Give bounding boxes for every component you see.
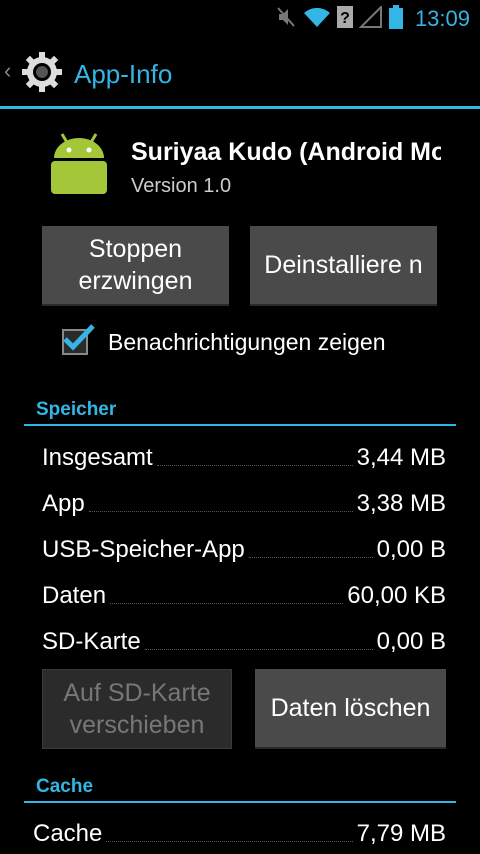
mute-icon (275, 5, 297, 34)
uninstall-button[interactable]: Deinstalliere n (250, 226, 437, 306)
clock: 13:09 (414, 6, 470, 31)
move-to-sd-button: Auf SD-Karte verschieben (42, 669, 232, 749)
action-bar-divider (0, 106, 480, 109)
storage-row-usb-app: USB-Speicher-App 0,00 B (42, 532, 446, 564)
cache-row-label: Cache (33, 820, 103, 847)
storage-row-label: App (42, 490, 85, 517)
svg-text:?: ? (340, 10, 350, 27)
action-bar: ‹ App-Info (0, 38, 480, 106)
storage-row-value: 0,00 B (376, 536, 446, 563)
storage-section-header: Speicher (36, 399, 117, 420)
storage-row-label: Daten (42, 582, 107, 609)
storage-row-data: Daten 60,00 KB (42, 578, 446, 610)
storage-row-value: 0,00 B (376, 628, 446, 655)
leader-dots (88, 510, 353, 512)
storage-row-label: USB-Speicher-App (42, 536, 245, 563)
page-title: App-Info (74, 59, 173, 89)
leader-dots (110, 602, 344, 604)
leader-dots (156, 464, 353, 466)
app-name: Suriyaa Kudo (Android Mo (131, 138, 441, 166)
cache-section-header: Cache (36, 776, 94, 797)
cache-section-divider (24, 801, 456, 803)
show-notifications-label: Benachrichtigungen zeigen (108, 329, 386, 355)
storage-row-total: Insgesamt 3,44 MB (42, 440, 446, 472)
settings-gear-icon[interactable] (20, 50, 64, 99)
storage-row-label: SD-Karte (42, 628, 141, 655)
up-caret-icon[interactable]: ‹ (4, 60, 11, 82)
unknown-network-icon: ? (336, 5, 353, 33)
storage-row-value: 3,44 MB (356, 444, 446, 471)
show-notifications-checkbox[interactable] (62, 324, 95, 355)
clear-data-button[interactable]: Daten löschen (255, 669, 446, 749)
storage-row-app: App 3,38 MB (42, 486, 446, 518)
cache-row: Cache 7,79 MB (33, 816, 446, 848)
storage-row-value: 3,38 MB (356, 490, 446, 517)
storage-row-sd-card: SD-Karte 0,00 B (42, 624, 446, 656)
storage-row-label: Insgesamt (42, 444, 153, 471)
android-app-icon (48, 132, 110, 201)
storage-section-divider (24, 424, 456, 426)
wifi-icon (303, 6, 331, 33)
leader-dots (144, 648, 373, 650)
battery-icon (388, 4, 403, 34)
status-bar: ? 13:09 (0, 0, 480, 38)
app-version: Version 1.0 (131, 175, 232, 197)
leader-dots (106, 840, 353, 842)
storage-row-value: 60,00 KB (347, 582, 446, 609)
status-icons: ? 13:09 (275, 4, 470, 34)
signal-icon (358, 4, 383, 33)
force-stop-button[interactable]: Stoppen erzwingen (42, 226, 229, 306)
cache-row-value: 7,79 MB (356, 820, 446, 847)
leader-dots (248, 556, 373, 558)
